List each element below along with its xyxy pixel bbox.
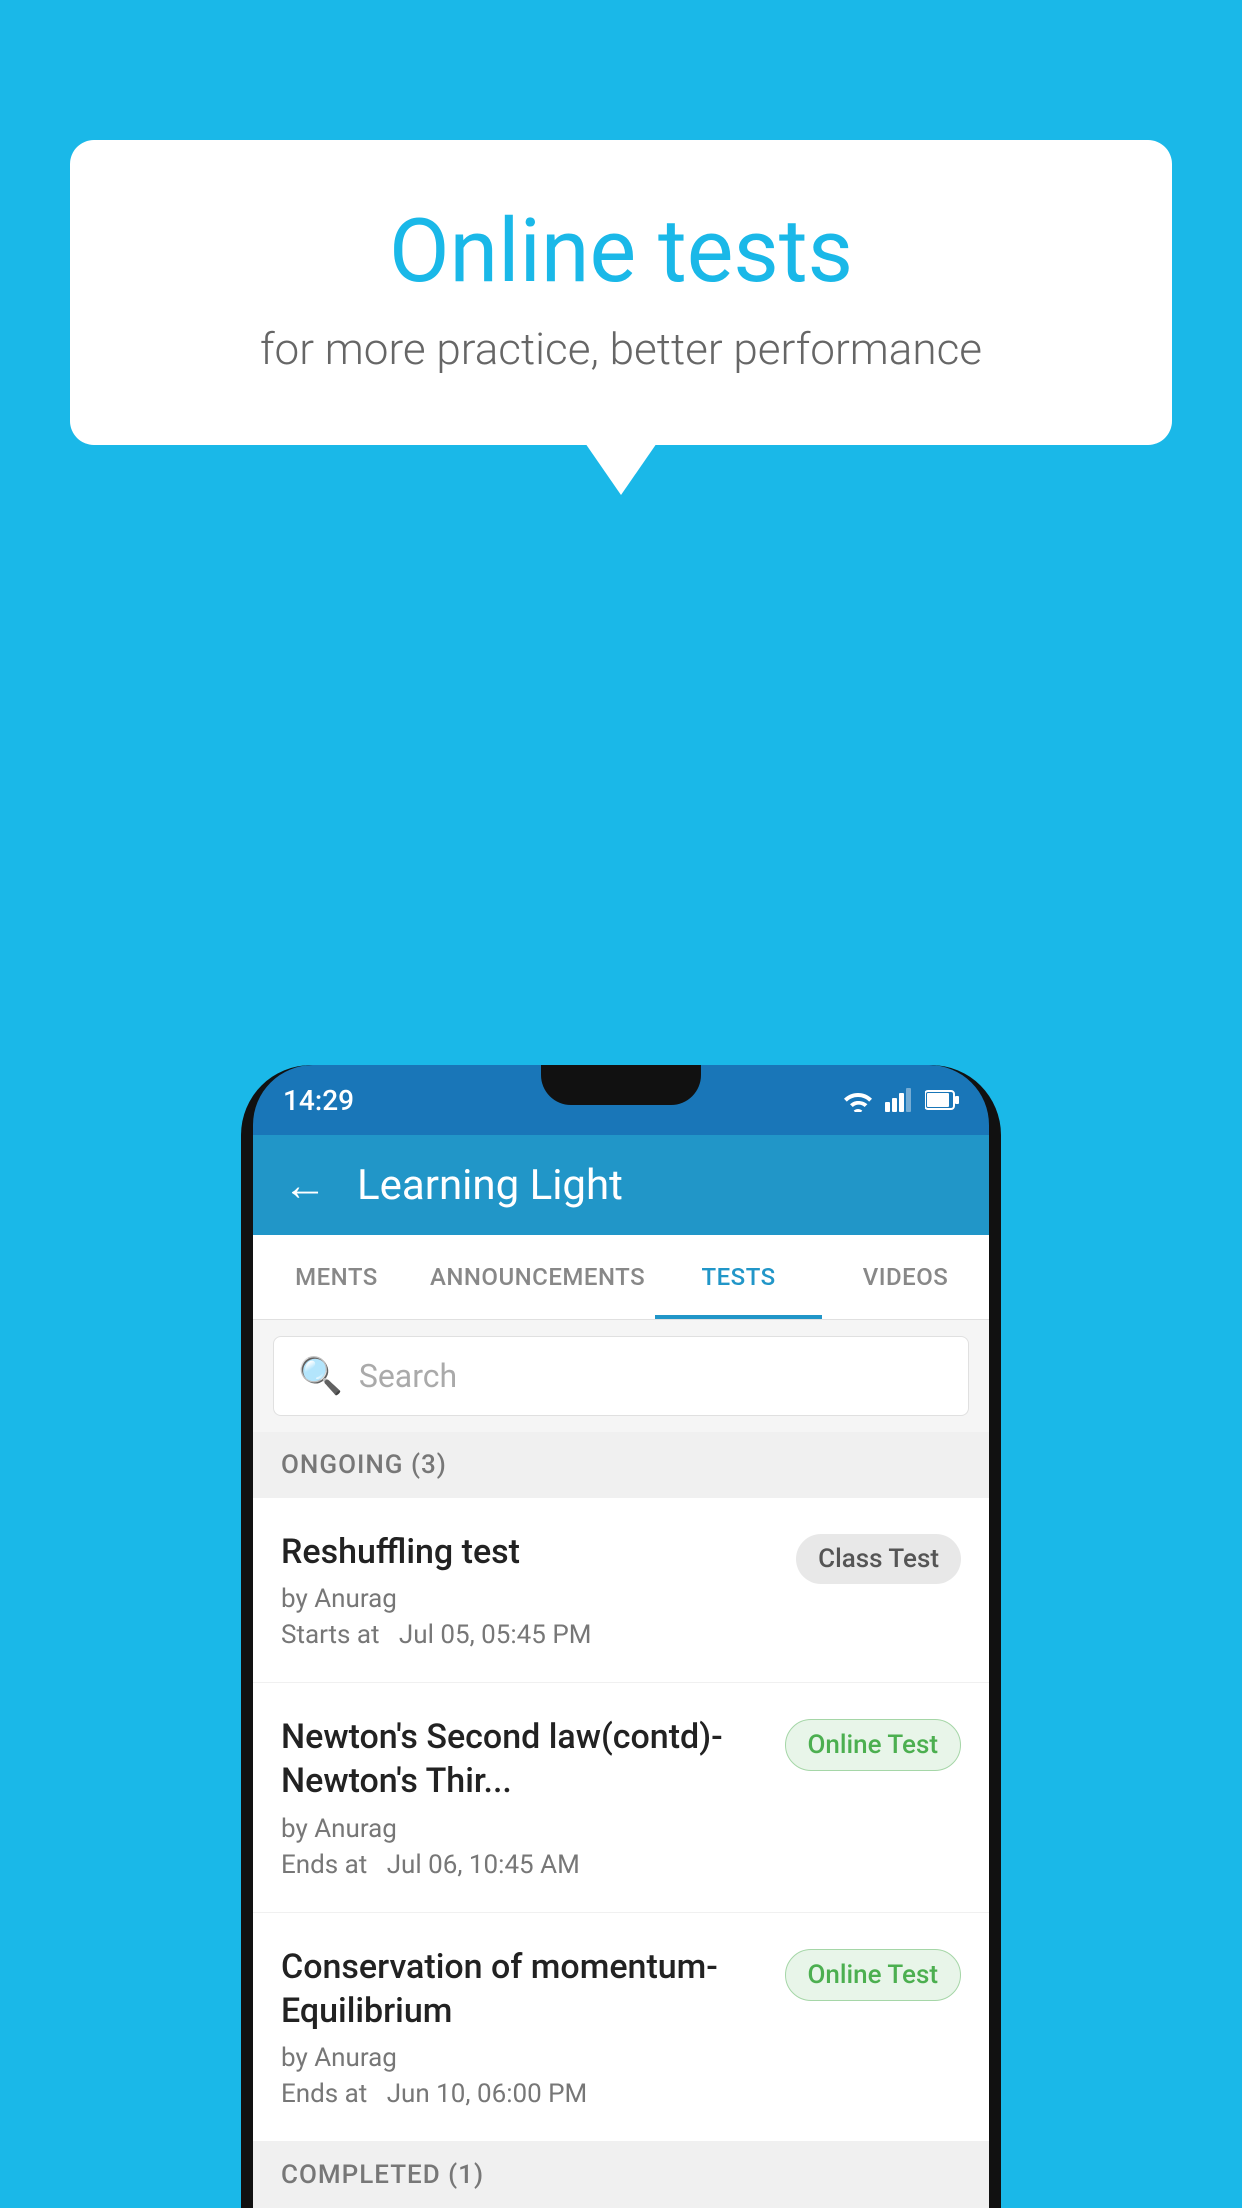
test-time-1: Starts at Jul 05, 05:45 PM (281, 1620, 776, 1650)
test-info-1: Reshuffling test by Anurag Starts at Jul… (281, 1530, 796, 1650)
completed-section-header: COMPLETED (1) (253, 2142, 989, 2208)
speech-bubble-subtitle: for more practice, better performance (150, 323, 1092, 375)
tab-ments[interactable]: MENTS (253, 1235, 420, 1319)
test-badge-2: Online Test (785, 1719, 962, 1771)
test-time-2: Ends at Jul 06, 10:45 AM (281, 1850, 765, 1880)
speech-bubble-title: Online tests (150, 200, 1092, 303)
search-icon: 🔍 (298, 1355, 343, 1397)
test-list: Reshuffling test by Anurag Starts at Jul… (253, 1498, 989, 2142)
search-container: 🔍 Search (253, 1320, 989, 1432)
notch (541, 1065, 701, 1105)
speech-bubble-container: Online tests for more practice, better p… (70, 140, 1172, 445)
app-title: Learning Light (357, 1161, 623, 1210)
status-icons (843, 1088, 959, 1112)
test-info-2: Newton's Second law(contd)-Newton's Thir… (281, 1715, 785, 1879)
ongoing-section-header: ONGOING (3) (253, 1432, 989, 1498)
test-author-2: by Anurag (281, 1814, 765, 1844)
app-header: ← Learning Light (253, 1135, 989, 1235)
test-badge-1: Class Test (796, 1534, 961, 1584)
tabs-container: MENTS ANNOUNCEMENTS TESTS VIDEOS (253, 1235, 989, 1320)
speech-bubble: Online tests for more practice, better p… (70, 140, 1172, 445)
phone-frame: 14:29 (241, 1065, 1001, 2208)
list-item[interactable]: Newton's Second law(contd)-Newton's Thir… (253, 1683, 989, 1912)
status-bar: 14:29 (253, 1065, 989, 1135)
search-bar[interactable]: 🔍 Search (273, 1336, 969, 1416)
tab-announcements[interactable]: ANNOUNCEMENTS (420, 1235, 655, 1319)
test-author-3: by Anurag (281, 2043, 765, 2073)
wifi-icon (843, 1088, 873, 1112)
battery-icon (925, 1089, 959, 1111)
test-badge-3: Online Test (785, 1949, 962, 2001)
list-item[interactable]: Reshuffling test by Anurag Starts at Jul… (253, 1498, 989, 1683)
test-author-1: by Anurag (281, 1584, 776, 1614)
tab-tests[interactable]: TESTS (655, 1235, 822, 1319)
test-title-3: Conservation of momentum-Equilibrium (281, 1945, 765, 2033)
status-time: 14:29 (283, 1084, 354, 1117)
test-time-3: Ends at Jun 10, 06:00 PM (281, 2079, 765, 2109)
test-title-1: Reshuffling test (281, 1530, 776, 1574)
test-title-2: Newton's Second law(contd)-Newton's Thir… (281, 1715, 765, 1803)
phone-inner: 14:29 (253, 1065, 989, 2208)
signal-icon (885, 1088, 913, 1112)
back-button[interactable]: ← (283, 1159, 327, 1211)
search-input[interactable]: Search (359, 1357, 457, 1395)
tab-videos[interactable]: VIDEOS (822, 1235, 989, 1319)
test-info-3: Conservation of momentum-Equilibrium by … (281, 1945, 785, 2109)
list-item[interactable]: Conservation of momentum-Equilibrium by … (253, 1913, 989, 2142)
